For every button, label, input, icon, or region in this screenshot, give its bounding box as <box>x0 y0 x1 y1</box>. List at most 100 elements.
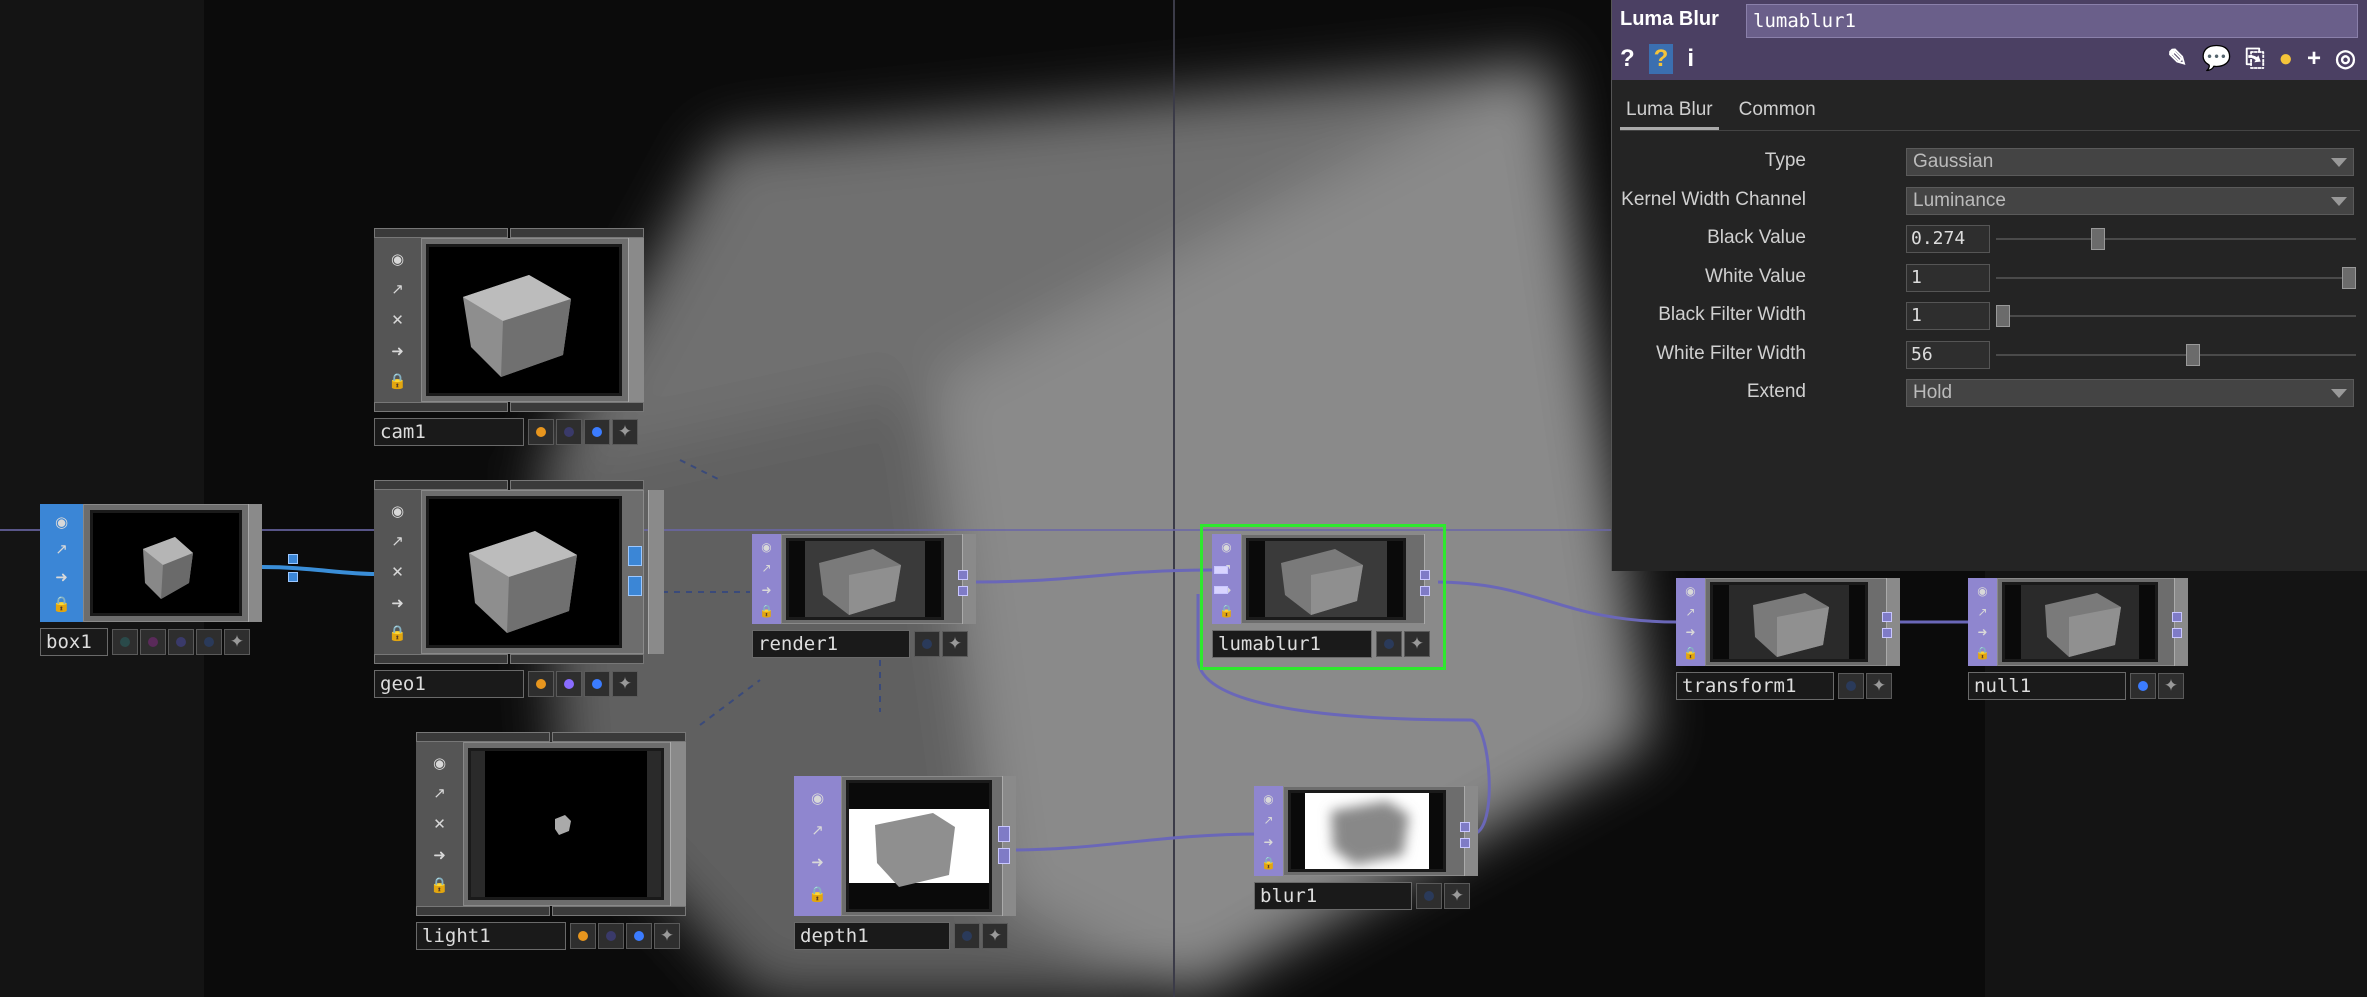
add-icon[interactable]: + <box>2307 44 2321 74</box>
lock-icon[interactable]: 🔒 <box>1259 855 1279 871</box>
white-filter-width-slider-track[interactable] <box>1996 353 2356 356</box>
view-icon[interactable]: ◉ <box>388 249 408 269</box>
help-icon[interactable]: ? <box>1620 44 1635 74</box>
output-port[interactable] <box>1420 586 1430 596</box>
flag-display[interactable] <box>196 629 222 655</box>
flag-viewer[interactable] <box>2130 673 2156 699</box>
bypass-icon[interactable]: ↗ <box>757 560 777 576</box>
view-icon[interactable]: ◉ <box>1217 539 1237 555</box>
bypass-icon[interactable]: ↗ <box>1681 604 1701 620</box>
node-label[interactable]: cam1 <box>374 418 524 446</box>
black-value-field[interactable]: 0.274 <box>1906 225 1990 253</box>
flag-clone-icon[interactable]: ✦ <box>1444 883 1470 909</box>
node-render1[interactable]: ◉ ↗ ➜ 🔒 render1 ✦ <box>752 534 976 658</box>
export-icon[interactable]: ➜ <box>808 852 828 872</box>
output-port[interactable] <box>288 554 298 564</box>
node-label[interactable]: transform1 <box>1676 672 1834 700</box>
close-icon[interactable]: ✕ <box>388 562 408 582</box>
white-value-slider-handle[interactable] <box>2342 266 2356 289</box>
flag-viewer[interactable] <box>1838 673 1864 699</box>
node-depth1[interactable]: ◉ ↗ ➜ 🔒 depth1 ✦ <box>794 776 1016 950</box>
output-port[interactable] <box>958 570 968 580</box>
flag-viewer[interactable] <box>954 923 980 949</box>
node-blur1[interactable]: ◉ ↗ ➜ 🔒 blur1 ✦ <box>1254 786 1478 910</box>
export-icon[interactable]: ➜ <box>1973 624 1993 640</box>
node-name-field[interactable]: lumablur1 <box>1746 4 2358 38</box>
lock-icon[interactable]: 🔒 <box>1217 603 1237 619</box>
input-port[interactable] <box>1214 566 1228 574</box>
flag-bypass[interactable] <box>556 419 582 445</box>
export-icon[interactable]: ➜ <box>52 567 72 587</box>
close-icon[interactable]: ✕ <box>388 310 408 330</box>
black-filter-width-slider-handle[interactable] <box>1996 305 2010 327</box>
node-label[interactable]: null1 <box>1968 672 2126 700</box>
close-icon[interactable]: ✕ <box>430 814 450 834</box>
export-icon[interactable]: ➜ <box>388 341 408 361</box>
output-port[interactable] <box>998 848 1010 864</box>
clone-icon[interactable]: ⎘ <box>2245 44 2264 74</box>
node-label[interactable]: depth1 <box>794 922 950 950</box>
black-filter-width-slider-track[interactable] <box>1996 315 2356 317</box>
target-icon[interactable]: ◎ <box>2335 44 2356 74</box>
output-port[interactable] <box>2172 628 2182 638</box>
lock-icon[interactable]: 🔒 <box>430 875 450 895</box>
view-icon[interactable]: ◉ <box>430 753 450 773</box>
bypass-icon[interactable]: ↗ <box>52 539 72 559</box>
flag-clone-icon[interactable]: ✦ <box>942 631 968 657</box>
lock-icon[interactable]: 🔒 <box>388 623 408 643</box>
flag-clone-icon[interactable]: ✦ <box>1866 673 1892 699</box>
flag-clone-icon[interactable]: ✦ <box>612 671 638 697</box>
view-icon[interactable]: ◉ <box>1259 791 1279 807</box>
bypass-icon[interactable]: ↗ <box>430 783 450 803</box>
node-lumablur1[interactable]: ◉ ↗ ➜ 🔒 lumablur1 ✦ <box>1212 534 1438 658</box>
flag-viewer[interactable] <box>528 671 554 697</box>
flag-template[interactable] <box>140 629 166 655</box>
network-editor[interactable]: ◉ ↗ ➜ 🔒 box1 ✦ ◉ ↗ ✕ ➜ 🔒 cam1 ✦ ◉ ↗ ✕ ➜ … <box>0 0 2367 997</box>
bypass-icon[interactable]: ↗ <box>808 820 828 840</box>
view-icon[interactable]: ◉ <box>388 501 408 521</box>
bypass-icon[interactable]: ↗ <box>1973 604 1993 620</box>
flag-viewer[interactable] <box>112 629 138 655</box>
export-icon[interactable]: ➜ <box>757 582 777 598</box>
black-filter-width-field[interactable]: 1 <box>1906 302 1990 330</box>
export-icon[interactable]: ➜ <box>430 845 450 865</box>
flag-clone-icon[interactable]: ✦ <box>2158 673 2184 699</box>
node-label[interactable]: light1 <box>416 922 566 950</box>
type-menu[interactable]: Gaussian <box>1906 148 2354 176</box>
view-icon[interactable]: ◉ <box>757 539 777 555</box>
output-port[interactable] <box>1882 628 1892 638</box>
flag-clone-icon[interactable]: ✦ <box>982 923 1008 949</box>
flag-display[interactable] <box>584 671 610 697</box>
white-value-slider-track[interactable] <box>1996 276 2356 279</box>
output-port[interactable] <box>958 586 968 596</box>
view-icon[interactable]: ◉ <box>808 788 828 808</box>
node-label[interactable]: blur1 <box>1254 882 1412 910</box>
extend-menu[interactable]: Hold <box>1906 379 2354 407</box>
export-icon[interactable]: ➜ <box>1681 624 1701 640</box>
bypass-icon[interactable]: ↗ <box>388 279 408 299</box>
flag-clone-icon[interactable]: ✦ <box>1404 631 1430 657</box>
output-port[interactable] <box>288 572 298 582</box>
white-filter-width-field[interactable]: 56 <box>1906 340 1990 369</box>
node-label[interactable]: geo1 <box>374 670 524 698</box>
flag-bypass[interactable] <box>598 923 624 949</box>
tab-luma-blur[interactable]: Luma Blur <box>1620 96 1719 130</box>
node-transform1[interactable]: ◉ ↗ ➜ 🔒 transform1 ✦ <box>1676 578 1900 700</box>
bypass-icon[interactable]: ↗ <box>388 531 408 551</box>
flag-clone-icon[interactable]: ✦ <box>224 629 250 655</box>
flag-viewer[interactable] <box>570 923 596 949</box>
lock-icon[interactable]: 🔒 <box>52 594 72 614</box>
flag-clone-icon[interactable]: ✦ <box>612 419 638 445</box>
output-port[interactable] <box>1460 822 1470 832</box>
white-value-field[interactable]: 1 <box>1906 263 1990 292</box>
export-icon[interactable]: ➜ <box>1259 834 1279 850</box>
comment-icon[interactable]: 💬 <box>2201 44 2231 74</box>
output-port[interactable] <box>628 546 642 566</box>
node-geo1[interactable]: ◉ ↗ ✕ ➜ 🔒 geo1 ✦ <box>374 480 664 700</box>
flag-bypass[interactable] <box>556 671 582 697</box>
bypass-icon[interactable]: ↗ <box>1259 812 1279 828</box>
flag-bypass[interactable] <box>168 629 194 655</box>
output-port[interactable] <box>2172 612 2182 622</box>
view-icon[interactable]: ◉ <box>52 512 72 532</box>
node-label[interactable]: lumablur1 <box>1212 630 1372 658</box>
